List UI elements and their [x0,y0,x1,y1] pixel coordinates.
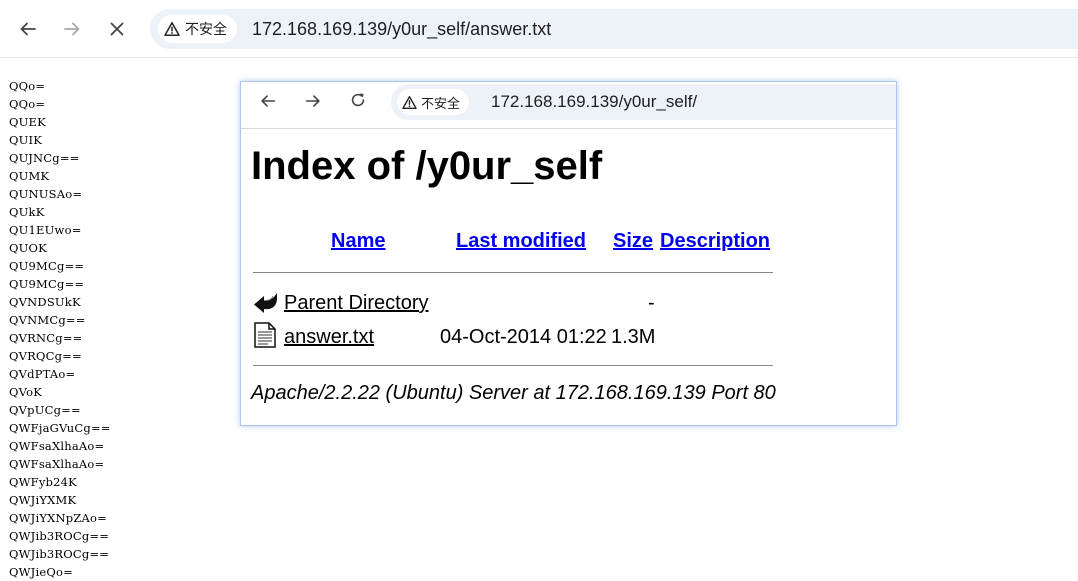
file-line: QWFsaXlhaAo= [9,457,105,471]
address-bar[interactable]: 不安全 172.168.169.139/y0ur_self/answer.txt [150,9,1078,49]
file-content: QQo= QQo= QUEK QUIK QUJNCg== QUMK QUNUSAo= QUkK… [9,77,111,581]
parent-directory-size: - [648,292,655,314]
arrow-left-icon [20,22,36,36]
arrow-right-icon [64,22,80,36]
embedded-screenshot: 不安全 172.168.169.139/y0ur_self/ Index of … [240,81,897,426]
file-line: QUNUSAo= [9,187,83,201]
file-line: QWFyb24K [9,475,77,489]
server-signature: Apache/2.2.22 (Ubuntu) Server at 172.168… [251,382,776,404]
file-line: QU1EUwo= [9,223,82,237]
file-line: QVpUCg== [9,403,81,417]
stop-loading-button[interactable] [101,13,133,45]
warning-icon [402,95,417,109]
file-line: QQo= [9,97,46,111]
file-line: QU9MCg== [9,277,85,291]
file-line: QUIK [9,133,43,147]
file-line: QUkK [9,205,45,219]
back-button[interactable] [12,13,44,45]
security-label: 不安全 [185,22,227,38]
file-line: QWFjaGVuCg== [9,421,111,435]
column-header-description: Description [660,230,771,252]
inner-browser-toolbar: 不安全 172.168.169.139/y0ur_self/ [241,82,896,129]
parent-directory-link: Parent Directory [284,292,429,314]
file-line: QVoK [9,385,42,399]
file-line: QWJieQo= [9,565,73,579]
file-line: QVNDSUkK [9,295,81,309]
close-icon [110,22,124,36]
file-line: QVRQCg== [9,349,82,363]
file-line: QVNMCg== [9,313,86,327]
file-line: QWJiYXNpZAo= [9,511,107,525]
file-line: QU9MCg== [9,259,85,273]
warning-icon [164,22,180,36]
reload-icon [351,93,365,107]
file-line: QWJib3ROCg== [9,529,110,543]
column-header-last-modified: Last modified [456,230,587,252]
answer-file-link: answer.txt [284,326,375,348]
page-title: Index of /y0ur_self [251,144,603,188]
inner-address-bar: 不安全 172.168.169.139/y0ur_self/ [391,84,896,120]
browser-toolbar: 不安全 172.168.169.139/y0ur_self/answer.txt [0,0,1078,58]
file-line: QVdPTAo= [9,367,76,381]
back-arrow-icon [254,293,277,313]
file-line: QWFsaXlhaAo= [9,439,105,453]
site-info-chip[interactable]: 不安全 [158,15,237,43]
answer-file-size: 1.3M [611,326,656,348]
divider-bottom [253,365,773,366]
file-line: QUEK [9,115,46,129]
file-line: QWJib3ROCg== [9,547,110,561]
arrow-left-icon [261,95,276,107]
inner-url-text: 172.168.169.139/y0ur_self/ [491,92,698,111]
file-line: QQo= [9,79,46,93]
file-line: QUJNCg== [9,151,80,165]
text-file-icon [254,322,276,348]
file-line: QUMK [9,169,50,183]
forward-button[interactable] [56,13,88,45]
divider-top [253,272,773,273]
file-line: QUOK [9,241,47,255]
file-line: QWJiYXMK [9,493,77,507]
inner-site-info-chip: 不安全 [397,89,470,115]
url-text[interactable]: 172.168.169.139/y0ur_self/answer.txt [252,9,551,49]
column-header-size: Size [613,230,654,252]
inner-security-label: 不安全 [421,96,461,112]
answer-file-modified: 04-Oct-2014 01:22 [440,326,607,348]
column-header-name: Name [331,230,386,252]
file-line: QVRNCg== [9,331,83,345]
arrow-right-icon [305,95,320,107]
